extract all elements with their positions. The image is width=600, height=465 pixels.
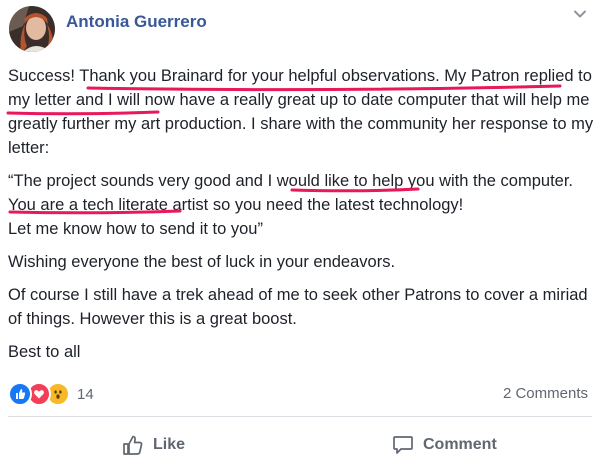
paragraph-2: “The project sounds very good and I woul… [8, 169, 596, 241]
underlined-text: I would like to help you with the comput… [267, 172, 569, 190]
reaction-count: 14 [77, 385, 94, 403]
like-label: Like [153, 436, 186, 453]
chevron-down-icon[interactable] [572, 6, 588, 22]
divider [8, 416, 592, 417]
reaction-summary[interactable]: 14 [8, 382, 94, 406]
text-segment: Success! [8, 67, 80, 85]
paragraph-5: Best to all [8, 343, 81, 361]
paragraph-1: Success! Thank you Brainard for your hel… [8, 64, 596, 160]
comment-label: Comment [423, 436, 497, 453]
text-segment: Let me know how to send it to you” [8, 220, 263, 238]
like-button[interactable]: Like [122, 432, 185, 458]
facebook-post: Antonia Guerrero Success! Thank you Brai… [0, 0, 600, 465]
paragraph-3: Wishing everyone the best of luck in you… [8, 253, 396, 271]
text-segment: “The project sounds very good and [8, 172, 268, 190]
avatar[interactable] [9, 6, 55, 52]
comment-button[interactable]: Comment [392, 432, 497, 458]
comment-bubble-icon [392, 434, 414, 456]
like-icon [8, 382, 32, 406]
author-name[interactable]: Antonia Guerrero [66, 12, 207, 32]
post-text: Success! Thank you Brainard for your hel… [8, 64, 596, 373]
thumbs-up-icon [122, 434, 144, 456]
paragraph-4: Of course I still have a trek ahead of m… [8, 286, 588, 328]
comments-count-link[interactable]: 2 Comments [503, 385, 588, 402]
text-segment: and I will now have a really great up to… [8, 91, 594, 157]
